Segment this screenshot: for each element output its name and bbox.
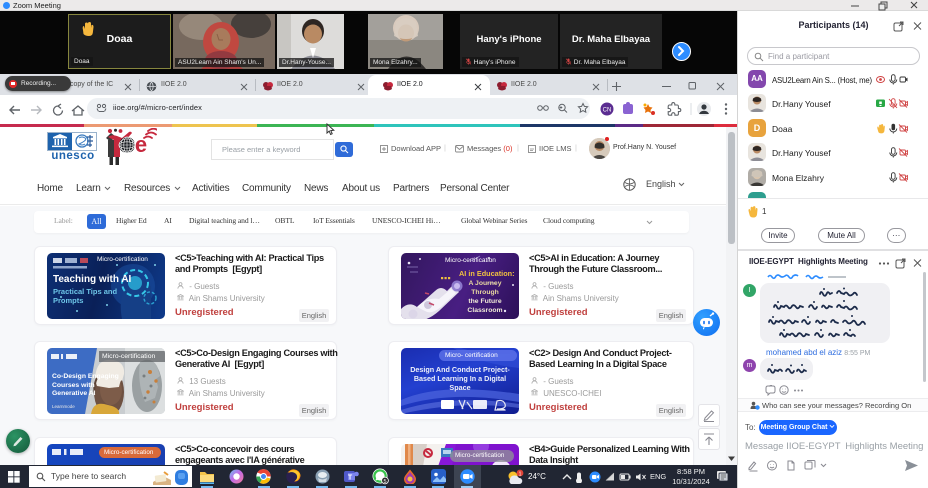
svg-text:5: 5: [383, 479, 386, 485]
svg-text:1: 1: [519, 471, 522, 477]
svg-text:e: e: [135, 132, 147, 157]
svg-text:T: T: [348, 475, 353, 482]
svg-text:CN: CN: [603, 108, 612, 114]
